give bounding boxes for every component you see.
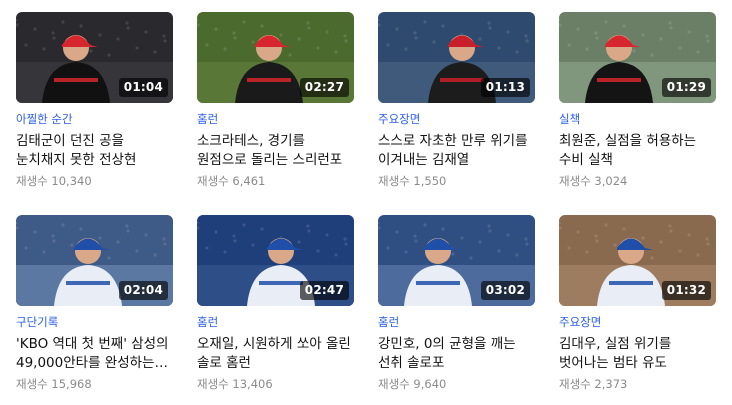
video-category[interactable]: 홈런 bbox=[197, 315, 354, 329]
view-count: 재생수 3,024 bbox=[559, 174, 716, 188]
view-count-label: 재생수 bbox=[16, 377, 48, 391]
view-count-value: 3,024 bbox=[594, 174, 628, 188]
view-count-value: 6,461 bbox=[232, 174, 266, 188]
duration-badge: 02:04 bbox=[118, 281, 168, 300]
duration-badge: 01:29 bbox=[661, 78, 711, 97]
view-count: 재생수 13,406 bbox=[197, 377, 354, 391]
duration-badge: 03:02 bbox=[480, 281, 530, 300]
video-category[interactable]: 홈런 bbox=[197, 112, 354, 126]
video-card[interactable]: 02:47 홈런 오재일, 시원하게 쏘아 올린 솔로 홈런 재생수 13,40… bbox=[197, 215, 354, 402]
video-thumbnail[interactable]: 01:29 bbox=[559, 12, 716, 103]
video-title[interactable]: 김대우, 실점 위기를 벗어나는 범타 유도 bbox=[559, 335, 716, 373]
view-count-label: 재생수 bbox=[378, 377, 410, 391]
video-title[interactable]: 오재일, 시원하게 쏘아 올린 솔로 홈런 bbox=[197, 335, 354, 373]
video-thumbnail[interactable]: 01:13 bbox=[378, 12, 535, 103]
view-count-label: 재생수 bbox=[197, 377, 229, 391]
duration-badge: 01:04 bbox=[118, 78, 168, 97]
view-count-label: 재생수 bbox=[559, 377, 591, 391]
view-count-label: 재생수 bbox=[378, 174, 410, 188]
video-card[interactable]: 03:02 홈런 강민호, 0의 균형을 깨는 선취 솔로포 재생수 9,640 bbox=[378, 215, 535, 402]
video-category[interactable]: 주요장면 bbox=[378, 112, 535, 126]
view-count: 재생수 1,550 bbox=[378, 174, 535, 188]
duration-badge: 02:47 bbox=[299, 281, 349, 300]
video-card[interactable]: 02:04 구단기록 'KBO 역대 첫 번째' 삼성의 49,000안타를 완… bbox=[16, 215, 173, 402]
video-thumbnail[interactable]: 02:47 bbox=[197, 215, 354, 306]
duration-badge: 01:32 bbox=[661, 281, 711, 300]
video-thumbnail[interactable]: 01:32 bbox=[559, 215, 716, 306]
duration-badge: 01:13 bbox=[480, 78, 530, 97]
video-category[interactable]: 구단기록 bbox=[16, 315, 173, 329]
video-thumbnail[interactable]: 01:04 bbox=[16, 12, 173, 103]
view-count-value: 15,968 bbox=[51, 377, 92, 391]
view-count: 재생수 10,340 bbox=[16, 174, 173, 188]
video-card[interactable]: 02:27 홈런 소크라테스, 경기를 원점으로 돌리는 스리런포 재생수 6,… bbox=[197, 12, 354, 199]
view-count-label: 재생수 bbox=[197, 174, 229, 188]
video-title[interactable]: 최원준, 실점을 허용하는 수비 실책 bbox=[559, 132, 716, 170]
view-count-label: 재생수 bbox=[559, 174, 591, 188]
view-count-label: 재생수 bbox=[16, 174, 48, 188]
video-card[interactable]: 01:32 주요장면 김대우, 실점 위기를 벗어나는 범타 유도 재생수 2,… bbox=[559, 215, 716, 402]
video-title[interactable]: 강민호, 0의 균형을 깨는 선취 솔로포 bbox=[378, 335, 535, 373]
view-count: 재생수 15,968 bbox=[16, 377, 173, 391]
view-count-value: 1,550 bbox=[413, 174, 447, 188]
video-thumbnail[interactable]: 02:27 bbox=[197, 12, 354, 103]
view-count-value: 2,373 bbox=[594, 377, 628, 391]
video-title[interactable]: 스스로 자초한 만루 위기를 이겨내는 김재열 bbox=[378, 132, 535, 170]
video-thumbnail[interactable]: 02:04 bbox=[16, 215, 173, 306]
view-count-value: 9,640 bbox=[413, 377, 447, 391]
video-category[interactable]: 홈런 bbox=[378, 315, 535, 329]
video-card[interactable]: 01:13 주요장면 스스로 자초한 만루 위기를 이겨내는 김재열 재생수 1… bbox=[378, 12, 535, 199]
view-count-value: 13,406 bbox=[232, 377, 273, 391]
video-card[interactable]: 01:04 아찔한 순간 김태군이 던진 공을 눈치채지 못한 전상현 재생수 … bbox=[16, 12, 173, 199]
video-title[interactable]: 'KBO 역대 첫 번째' 삼성의 49,000안타를 완성하는 김영웅 bbox=[16, 335, 173, 373]
video-category[interactable]: 실책 bbox=[559, 112, 716, 126]
video-category[interactable]: 주요장면 bbox=[559, 315, 716, 329]
view-count: 재생수 2,373 bbox=[559, 377, 716, 391]
view-count: 재생수 6,461 bbox=[197, 174, 354, 188]
video-title[interactable]: 김태군이 던진 공을 눈치채지 못한 전상현 bbox=[16, 132, 173, 170]
duration-badge: 02:27 bbox=[299, 78, 349, 97]
view-count: 재생수 9,640 bbox=[378, 377, 535, 391]
video-category[interactable]: 아찔한 순간 bbox=[16, 112, 173, 126]
view-count-value: 10,340 bbox=[51, 174, 92, 188]
video-thumbnail[interactable]: 03:02 bbox=[378, 215, 535, 306]
video-card[interactable]: 01:29 실책 최원준, 실점을 허용하는 수비 실책 재생수 3,024 bbox=[559, 12, 716, 199]
video-title[interactable]: 소크라테스, 경기를 원점으로 돌리는 스리런포 bbox=[197, 132, 354, 170]
video-grid: 01:04 아찔한 순간 김태군이 던진 공을 눈치채지 못한 전상현 재생수 … bbox=[16, 12, 716, 402]
